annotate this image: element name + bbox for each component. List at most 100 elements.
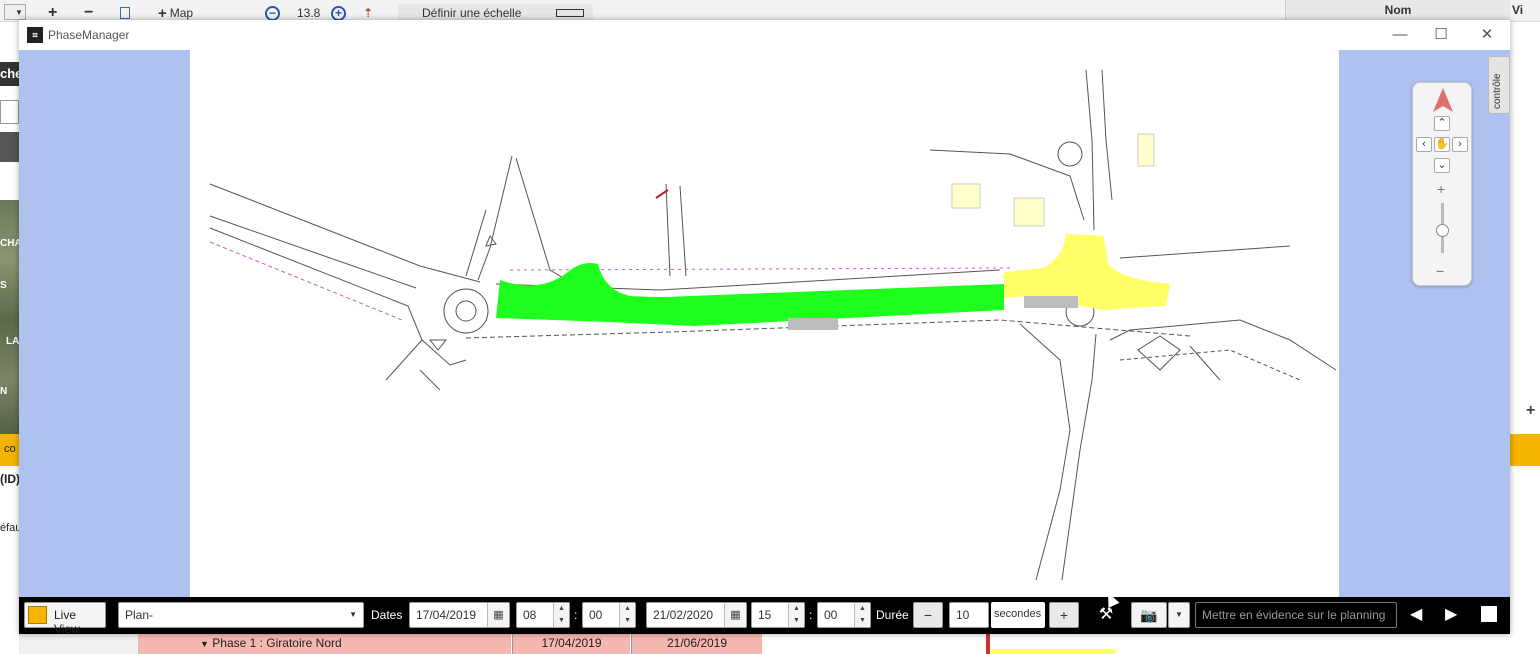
background-plus-icon[interactable]: +	[1526, 402, 1535, 420]
stop-icon[interactable]	[1481, 606, 1497, 622]
timeline-toolbar: Live View Plan- ▼ Dates 17/04/2019 ▦ 08 …	[19, 597, 1510, 636]
start-date-field[interactable]: 17/04/2019 ▦	[409, 602, 510, 628]
gantt-row-phase-1[interactable]: ▼ Phase 1 : Giratoire Nord 17/04/2019 21…	[138, 634, 1510, 654]
title-bar[interactable]: ⌗ PhaseManager — ☐ ✕	[19, 20, 1510, 50]
map-canvas[interactable]	[190, 50, 1339, 597]
end-hour-stepper[interactable]: 15 ▲ ▼	[751, 602, 805, 628]
start-hour-stepper[interactable]: 08 ▲ ▼	[516, 602, 570, 628]
camera-options-dropdown[interactable]: ▼	[1168, 602, 1190, 628]
background-orange-banner: co	[0, 434, 19, 466]
zoom-slider-handle[interactable]	[1436, 224, 1449, 237]
background-aerial-image: CHA S LA N	[0, 200, 22, 440]
spinner-arrows-icon[interactable]: ▲ ▼	[553, 603, 569, 627]
map-annotation-box	[788, 318, 838, 330]
plan-select[interactable]: Plan- ▼	[118, 602, 364, 628]
calendar-icon[interactable]: ▦	[487, 603, 509, 627]
road-edge	[1101, 69, 1113, 201]
camera-icon: 📷	[1140, 607, 1158, 623]
building	[1013, 197, 1045, 227]
background-right-panel: +	[1510, 22, 1540, 654]
road-edge	[1119, 245, 1291, 259]
background-search-field[interactable]	[0, 100, 19, 124]
pan-up-button[interactable]: ⌃	[1434, 116, 1450, 131]
road-marking	[209, 241, 403, 321]
pan-right-button[interactable]: ›	[1452, 137, 1468, 152]
hand-pan-icon[interactable]: ✋	[1434, 137, 1450, 152]
end-date-field[interactable]: 21/02/2020 ▦	[646, 602, 747, 628]
chevron-down-icon: ▼	[1175, 610, 1183, 619]
background-toolbar: ▼ + − + Map − 13.8 + ⇡ Définir une échel…	[0, 0, 1540, 22]
zoom-in-icon: +	[331, 5, 346, 21]
zoom-out-icon[interactable]: −	[1436, 263, 1444, 279]
minimize-button[interactable]: —	[1380, 24, 1420, 46]
zoom-in-icon[interactable]: +	[1437, 181, 1445, 197]
road-plan-drawing	[209, 69, 1337, 581]
building	[1137, 133, 1155, 167]
background-orange-banner-right	[1510, 434, 1540, 466]
calendar-icon[interactable]: ▦	[724, 603, 746, 627]
live-view-button[interactable]: Live View	[24, 602, 106, 636]
background-panel-header: che	[0, 62, 22, 86]
phase-zone-green	[496, 263, 1004, 326]
window-title: PhaseManager	[48, 28, 130, 42]
duration-label: Durée	[876, 608, 909, 622]
gantt-end-date: 21/06/2019	[631, 634, 762, 654]
triangle-island	[485, 234, 497, 247]
gantt-start-date: 17/04/2019	[512, 634, 630, 654]
building	[951, 183, 981, 209]
road-edge	[421, 339, 467, 366]
background-column-header-2[interactable]: Vi	[1512, 0, 1523, 20]
duration-increase-button[interactable]: +	[1049, 602, 1079, 628]
highlight-planning-input[interactable]: Mettre en évidence sur le planning	[1195, 602, 1397, 628]
road-edge	[1189, 345, 1221, 381]
time-separator: :	[809, 608, 813, 622]
road-edge	[419, 369, 441, 391]
background-left-panel: che CHA S LA N co (ID) éfau	[0, 22, 22, 654]
chevron-down-icon: ▼	[15, 7, 23, 17]
spinner-arrows-icon[interactable]: ▲ ▼	[854, 603, 870, 627]
road-edge	[665, 183, 671, 277]
gantt-phase-bar	[990, 649, 1116, 654]
previous-icon[interactable]: ◀	[1410, 602, 1426, 628]
gantt-phase-name: ▼ Phase 1 : Giratoire Nord	[138, 634, 511, 654]
road-edge	[1085, 69, 1095, 231]
building-outline	[1137, 335, 1181, 371]
duration-input[interactable]: 10	[949, 602, 989, 628]
roundabout-west	[443, 288, 489, 334]
control-side-tab[interactable]: contrôle	[1488, 56, 1510, 114]
duration-unit-label: secondes	[991, 602, 1045, 628]
roundabout-north	[1057, 141, 1083, 167]
road-edge	[1109, 319, 1337, 371]
duration-decrease-button[interactable]: −	[913, 602, 943, 628]
start-minute-stepper[interactable]: 00 ▲ ▼	[582, 602, 636, 628]
play-icon[interactable]: ▶	[1445, 602, 1461, 628]
triangle-island	[428, 339, 448, 351]
roundabout-west-center	[455, 300, 477, 322]
close-button[interactable]: ✕	[1467, 24, 1507, 46]
road-edge	[1119, 349, 1301, 381]
background-dropdown[interactable]: ▼	[4, 4, 26, 20]
map-viewport[interactable]: ⌃ ‹ ✋ › ⌄ + − contrôle	[19, 50, 1510, 597]
pan-left-button[interactable]: ‹	[1416, 137, 1432, 152]
chevron-down-icon: ▼	[200, 639, 209, 649]
north-arrow-icon[interactable]	[1431, 86, 1455, 114]
road-edge	[209, 183, 481, 283]
background-default-label: éfau	[0, 522, 22, 534]
background-tool-strip	[0, 132, 19, 162]
pan-down-button[interactable]: ⌄	[1434, 158, 1450, 173]
spinner-arrows-icon[interactable]: ▲ ▼	[619, 603, 635, 627]
film-icon	[28, 606, 47, 624]
camera-button[interactable]: 📷	[1131, 602, 1167, 628]
ruler-icon	[556, 9, 585, 17]
spinner-arrows-icon[interactable]: ▲ ▼	[788, 603, 804, 627]
document-icon	[120, 7, 130, 19]
app-logo-icon: ⌗	[27, 27, 43, 43]
maximize-button[interactable]: ☐	[1421, 24, 1461, 46]
zoom-out-icon: −	[265, 5, 280, 21]
background-id-label: (ID)	[0, 472, 20, 486]
road-edge	[1061, 333, 1097, 581]
tools-icon[interactable]: ⚒	[1093, 602, 1119, 628]
end-minute-stepper[interactable]: 00 ▲ ▼	[817, 602, 871, 628]
upload-icon: ⇡	[363, 6, 374, 20]
background-column-header[interactable]: Nom	[1285, 0, 1510, 20]
